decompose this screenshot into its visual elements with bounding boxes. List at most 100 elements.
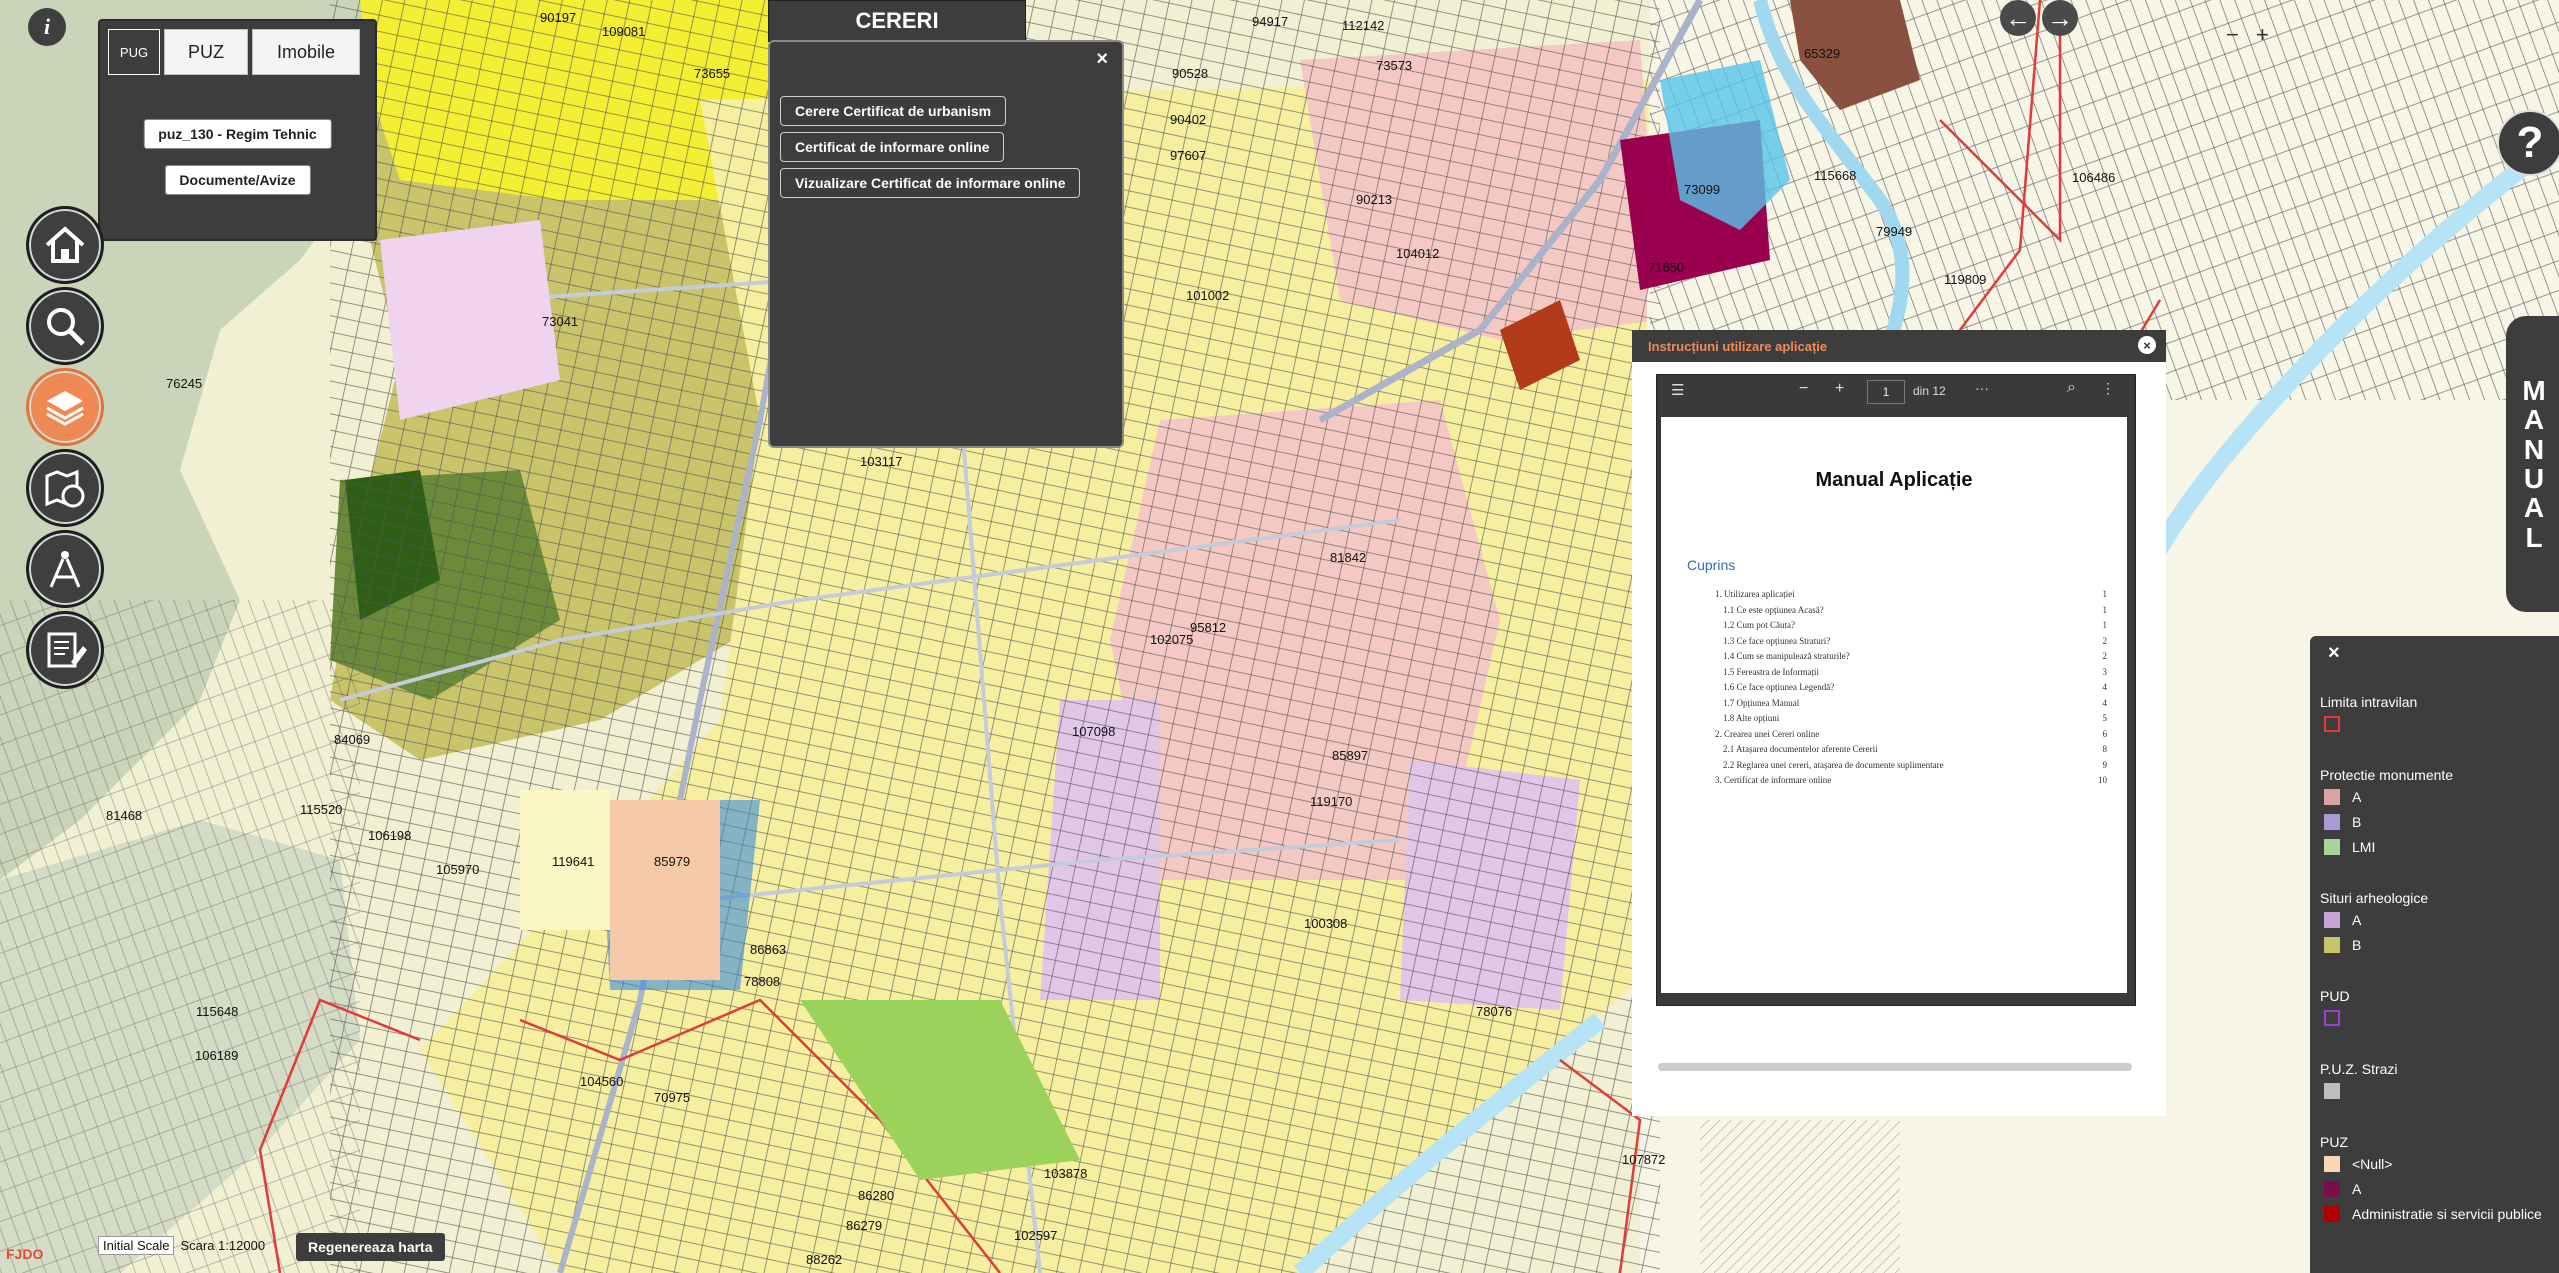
documente-avize-button[interactable]: Documente/Avize: [164, 165, 311, 195]
parcel-number-label: 119170: [1310, 794, 1352, 809]
toc-page-number: 3: [2102, 666, 2108, 677]
parcel-number-label: 85979: [654, 854, 690, 869]
legend-item: <Null>: [2324, 1156, 2392, 1172]
legend-item: A: [2324, 912, 2361, 928]
pdf-title: Manual Aplicație: [1815, 469, 1973, 491]
tab-puz[interactable]: PUZ: [164, 29, 248, 75]
legend-item: [2324, 1010, 2352, 1026]
parcel-number-label: 112142: [1342, 18, 1384, 33]
map-canvas[interactable]: 901971090817365594917 1121427357390528904…: [0, 0, 2559, 1273]
legend-close-button[interactable]: ×: [2328, 642, 2340, 665]
search-icon: [47, 308, 85, 346]
parcel-number-label: 106189: [195, 1048, 238, 1063]
parcel-number-label: 103878: [1044, 1166, 1087, 1181]
document-close-button[interactable]: ×: [2138, 336, 2156, 354]
toc-entry[interactable]: 1.2 Cum pot Căuta?: [1723, 620, 1795, 630]
parcel-number-label: 90197: [540, 10, 576, 25]
parcel-number-label: 73573: [1376, 58, 1412, 73]
parcel-number-label: 104560: [580, 1074, 623, 1089]
legend-swatch: [2324, 1156, 2340, 1172]
pdf-page-input[interactable]: 1: [1867, 380, 1905, 404]
home-icon: [45, 226, 85, 263]
toc-entry[interactable]: 1.5 Fereastra de Informații: [1723, 667, 1819, 677]
regim-tehnic-button[interactable]: puz_130 - Regim Tehnic: [143, 119, 332, 149]
history-nav: ← →: [2000, 0, 2078, 36]
info-button[interactable]: i: [28, 8, 66, 46]
compass-drafting-icon: [49, 551, 81, 588]
parcel-number-label: 90213: [1356, 192, 1392, 207]
parcel-number-label: 102075: [1150, 632, 1193, 647]
cereri-title: CERERI: [768, 0, 1026, 42]
home-button[interactable]: [26, 206, 104, 284]
vizualizare-certificat-button[interactable]: Vizualizare Certificat de informare onli…: [780, 168, 1081, 198]
toc-entry[interactable]: 2. Crearea unei Cereri online: [1715, 729, 1819, 739]
pdf-zoom-out-button[interactable]: −: [1799, 380, 1808, 398]
help-button[interactable]: ?: [2497, 110, 2559, 176]
toc-entry[interactable]: 2.1 Atașarea documentelor aferente Cerer…: [1723, 744, 1878, 754]
legend-group-title: PUD: [2320, 988, 2350, 1004]
parcel-number-label: 107872: [1622, 1152, 1665, 1167]
pdf-zoom-in-button[interactable]: +: [1835, 380, 1844, 398]
legend-item: [2324, 1083, 2352, 1099]
parcel-number-label: 104012: [1396, 246, 1439, 261]
certificat-informare-online-button[interactable]: Certificat de informare online: [780, 132, 1005, 162]
scale-select[interactable]: Initial Scale: [98, 1236, 175, 1255]
toc-entry[interactable]: 1.4 Cum se manipulează straturile?: [1723, 651, 1850, 661]
toc-entry[interactable]: 1.3 Ce face opțiunea Straturi?: [1723, 636, 1830, 646]
legend-swatch: [2324, 937, 2340, 953]
pdf-search-icon[interactable]: ⌕: [2067, 379, 2076, 397]
manual-document-window: Instrucțiuni utilizare aplicație × ☰ − +…: [1632, 330, 2166, 1116]
parcel-number-label: 78808: [744, 974, 780, 989]
manual-tab-letter: A: [2523, 492, 2549, 524]
back-button[interactable]: ←: [2000, 0, 2036, 36]
forward-button[interactable]: →: [2042, 0, 2078, 36]
parcel-number-label: 115520: [300, 802, 342, 817]
toc-entry[interactable]: 1.1 Ce este opțiunea Acasă?: [1723, 605, 1824, 615]
manual-tab[interactable]: MANUAL: [2506, 316, 2559, 612]
logo: FJDO: [6, 1246, 44, 1262]
toc-page-number: 1: [2102, 604, 2108, 615]
pdf-more-button[interactable]: ···: [1975, 380, 1989, 396]
legend-item: [2324, 716, 2352, 732]
legend-item-label: B: [2352, 937, 2362, 953]
hatched-zone: [1700, 1120, 1900, 1273]
parcel-number-label: 81842: [1330, 550, 1366, 565]
tab-pug[interactable]: PUG: [108, 29, 160, 75]
outline-icon[interactable]: ☰: [1671, 381, 1684, 399]
pdf-menu-button[interactable]: ⋮: [2101, 380, 2115, 397]
toc-page-number: 2: [2102, 651, 2108, 661]
map-mode-panel: PUG PUZ Imobile puz_130 - Regim Tehnic D…: [98, 19, 377, 241]
toc-entry[interactable]: 2.2 Reglarea unei cereri, atașarea de do…: [1723, 760, 1944, 770]
cereri-close-button[interactable]: ×: [1096, 48, 1108, 71]
toc-entry[interactable]: 1.6 Ce face opțiunea Legendă?: [1723, 682, 1834, 692]
toc-heading: Cuprins: [1687, 557, 1736, 573]
manual-tab-letter: L: [2525, 521, 2547, 553]
parcel-number-label: 86863: [750, 942, 786, 957]
legend-group-title: PUZ: [2320, 1134, 2348, 1150]
parcel-number-label: 95812: [1190, 620, 1226, 635]
cereri-panel: × Cerere Certificat de urbanism Certific…: [768, 40, 1124, 448]
basemap-button[interactable]: [26, 449, 104, 527]
legend-swatch: [2324, 912, 2340, 928]
legend-item-label: <Null>: [2352, 1156, 2393, 1172]
legend-swatch: [2324, 716, 2340, 732]
legend-item: B: [2324, 814, 2361, 830]
search-button[interactable]: [26, 287, 104, 365]
legend-swatch: [2324, 1010, 2340, 1026]
toc-entry[interactable]: 1.8 Alte opțiuni: [1723, 713, 1779, 723]
tab-imobile[interactable]: Imobile: [252, 29, 360, 75]
measure-button[interactable]: [26, 530, 104, 608]
parcel-number-label: 106486: [2072, 170, 2115, 185]
layers-button[interactable]: [26, 368, 104, 446]
toc-entry[interactable]: 3. Certificat de informare online: [1715, 775, 1831, 785]
legend-panel: × Limita intravilan Protectie monumente A B…: [2310, 636, 2559, 1273]
parcel-number-label: 119641: [552, 854, 594, 869]
toc-entry[interactable]: 1. Utilizarea aplicației: [1715, 589, 1795, 599]
cereri-button[interactable]: [26, 611, 104, 689]
zoom-in-button[interactable]: +: [2256, 22, 2269, 48]
toc-entry[interactable]: 1.7 Opțiunea Manual: [1723, 698, 1799, 708]
zoom-out-button[interactable]: −: [2226, 22, 2239, 48]
cerere-certificat-urbanism-button[interactable]: Cerere Certificat de urbanism: [780, 96, 1007, 126]
pdf-horizontal-scrollbar[interactable]: [1658, 1063, 2132, 1071]
regenerate-map-button[interactable]: Regenereaza harta: [296, 1233, 445, 1261]
